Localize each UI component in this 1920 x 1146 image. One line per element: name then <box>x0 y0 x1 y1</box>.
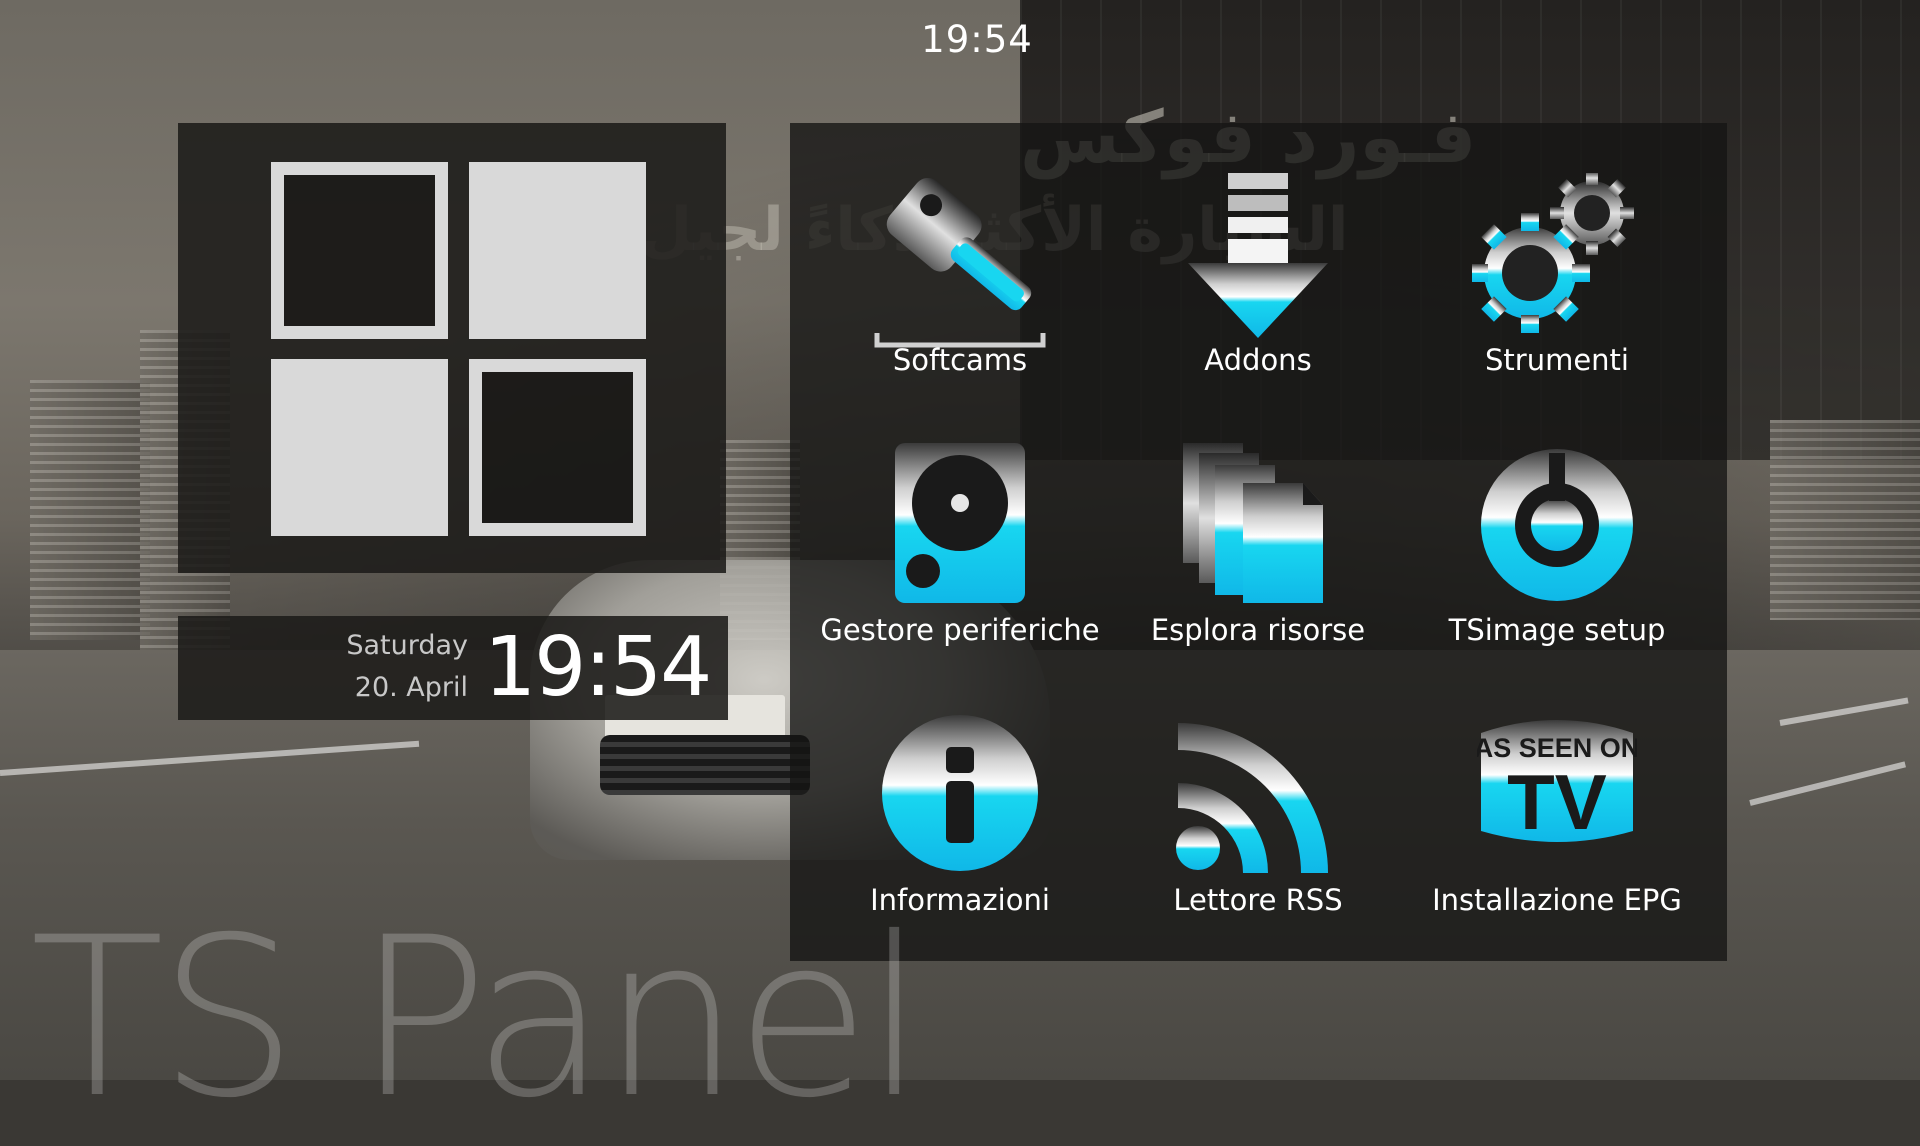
tile-top-right <box>469 162 646 339</box>
hard-disk-icon <box>895 443 1025 603</box>
menu-item-addons[interactable]: Addons <box>1088 123 1428 383</box>
menu-grid: Softcams Addons Strumenti Gestore perife… <box>790 123 1727 961</box>
tiles-widget[interactable] <box>178 123 726 573</box>
tv-logo-line2: TV <box>1507 758 1607 846</box>
menu-item-gestore-periferiche[interactable]: Gestore periferiche <box>790 393 1130 653</box>
menu-item-label: Gestore periferiche <box>820 613 1100 647</box>
menu-item-esplora-risorse[interactable]: Esplora risorse <box>1088 393 1428 653</box>
download-arrow-icon <box>1188 173 1328 338</box>
key-icon <box>874 177 1046 348</box>
menu-item-label: Strumenti <box>1485 343 1629 377</box>
tile-top-left <box>271 162 448 339</box>
tile-bottom-left <box>271 359 448 536</box>
weekday-label: Saturday <box>346 630 468 661</box>
background-building <box>30 380 150 640</box>
background-building <box>1770 420 1920 620</box>
menu-item-lettore-rss[interactable]: Lettore RSS <box>1088 663 1428 923</box>
menu-item-label: Lettore RSS <box>1173 883 1343 917</box>
menu-item-label: TSimage setup <box>1448 613 1666 647</box>
power-dial-icon <box>1481 449 1633 601</box>
menu-item-installazione-epg[interactable]: AS SEEN ON TV Installazione EPG <box>1387 663 1727 923</box>
files-icon <box>1183 443 1323 603</box>
gears-icon <box>1472 173 1634 333</box>
menu-item-label: Esplora risorse <box>1150 613 1366 647</box>
panel-title: TS Panel <box>30 890 925 1146</box>
menu-item-tsimage-setup[interactable]: TSimage setup <box>1387 393 1727 653</box>
menu-item-softcams[interactable]: Softcams <box>790 123 1130 383</box>
date-time-widget: Saturday 20. April 19:54 <box>178 616 728 720</box>
info-icon <box>882 715 1038 871</box>
tile-bottom-right <box>469 359 646 536</box>
as-seen-on-tv-icon: AS SEEN ON TV <box>1477 720 1637 846</box>
rss-icon <box>1176 723 1328 873</box>
menu-item-label: Softcams <box>892 343 1028 377</box>
menu-item-label: Addons <box>1204 343 1312 377</box>
large-clock: 19:54 <box>484 620 712 715</box>
menu-item-informazioni[interactable]: Informazioni <box>790 663 1130 923</box>
menu-item-strumenti[interactable]: Strumenti <box>1387 123 1727 383</box>
menu-item-label: Installazione EPG <box>1432 883 1682 917</box>
date-label: 20. April <box>354 672 468 703</box>
top-clock: 19:54 <box>921 18 1033 61</box>
background-car-grille <box>600 735 810 795</box>
